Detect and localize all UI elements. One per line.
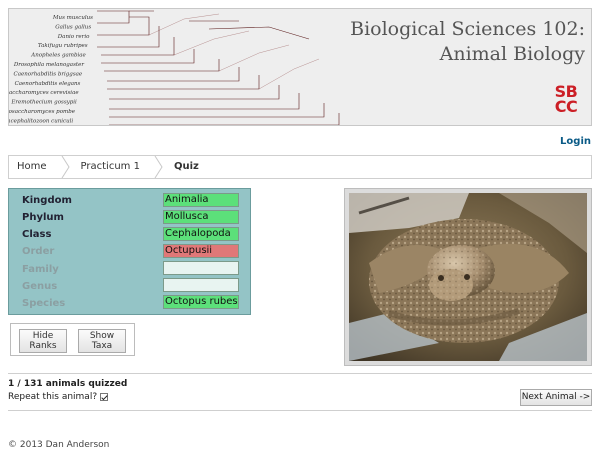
- rank-label-order: Order: [22, 246, 55, 257]
- next-animal-button[interactable]: Next Animal ->: [520, 389, 592, 406]
- tree-label: Mus musculus: [52, 15, 93, 21]
- divider: [8, 410, 592, 411]
- answer-class[interactable]: Cephalopoda: [163, 227, 239, 241]
- animal-photo: [349, 193, 587, 361]
- tree-label: Danio rerio: [57, 34, 90, 40]
- repeat-label: Repeat this animal?: [8, 392, 98, 402]
- repeat-option: Repeat this animal?: [8, 392, 109, 402]
- rank-label-class: Class: [22, 229, 52, 240]
- breadcrumb-home[interactable]: Home: [9, 156, 61, 178]
- tree-label: Caenorhabditis elegans: [15, 81, 81, 87]
- tree-label: Saccharomyces cerevisiae: [9, 90, 79, 96]
- answer-phylum[interactable]: Mollusca: [163, 210, 239, 224]
- show-taxa-button[interactable]: Show Taxa: [78, 329, 126, 353]
- answer-genus[interactable]: [163, 278, 239, 292]
- answer-order[interactable]: Octupusii: [163, 244, 239, 258]
- sbcc-logo: SB CC: [547, 84, 585, 120]
- tree-label: Anopheles gambiae: [30, 53, 86, 59]
- rank-label-phylum: Phylum: [22, 212, 64, 223]
- answer-kingdom[interactable]: Animalia: [163, 193, 239, 207]
- site-title-line1: Biological Sciences 102:: [350, 18, 585, 40]
- tree-label: Caenorhabditis briggsae: [13, 71, 82, 77]
- tree-label: Gallus gallus: [55, 24, 91, 30]
- answer-family[interactable]: [163, 261, 239, 275]
- chevron-right-icon: [61, 156, 70, 178]
- rank-label-family: Family: [22, 264, 59, 275]
- site-title-line2: Animal Biology: [439, 43, 585, 65]
- divider: [8, 373, 592, 374]
- tree-label: Schizosaccharomyces pombe: [9, 109, 76, 115]
- answer-species[interactable]: Octopus rubescens: [163, 295, 239, 309]
- tree-label: Takifugu rubripes: [38, 43, 88, 49]
- breadcrumb: Home Practicum 1 Quiz: [8, 155, 592, 179]
- hide-ranks-button[interactable]: Hide Ranks: [19, 329, 67, 353]
- footer-copyright: © 2013 Dan Anderson: [8, 440, 110, 450]
- logo-line2: CC: [554, 97, 578, 116]
- quiz-progress: 1 / 131 animals quizzed: [8, 379, 128, 389]
- tree-label: Encephalitozoon cuniculi: [9, 118, 73, 124]
- tree-label: Drosophila melanogaster: [13, 62, 85, 68]
- phylogenetic-tree-image: Mus musculus Gallus gallus Danio rerio Taki…: [9, 10, 340, 125]
- rank-label-kingdom: Kingdom: [22, 195, 72, 206]
- breadcrumb-practicum[interactable]: Practicum 1: [71, 156, 154, 178]
- site-banner: Mus musculus Gallus gallus Danio rerio Taki…: [8, 8, 592, 126]
- rank-label-species: Species: [22, 298, 66, 309]
- rank-label-genus: Genus: [22, 281, 58, 292]
- quiz-controls: Hide Ranks Show Taxa: [10, 323, 135, 356]
- animal-photo-frame: [344, 188, 592, 366]
- tree-label: Eremothecium gossypii: [10, 100, 77, 106]
- login-link[interactable]: Login: [560, 136, 591, 147]
- repeat-checkbox[interactable]: [100, 393, 109, 401]
- chevron-right-icon: [154, 156, 163, 178]
- site-title: Biological Sciences 102: Animal Biology: [350, 17, 585, 67]
- breadcrumb-quiz: Quiz: [173, 161, 199, 172]
- taxonomy-panel: Kingdom Animalia Phylum Mollusca Class C…: [8, 188, 251, 315]
